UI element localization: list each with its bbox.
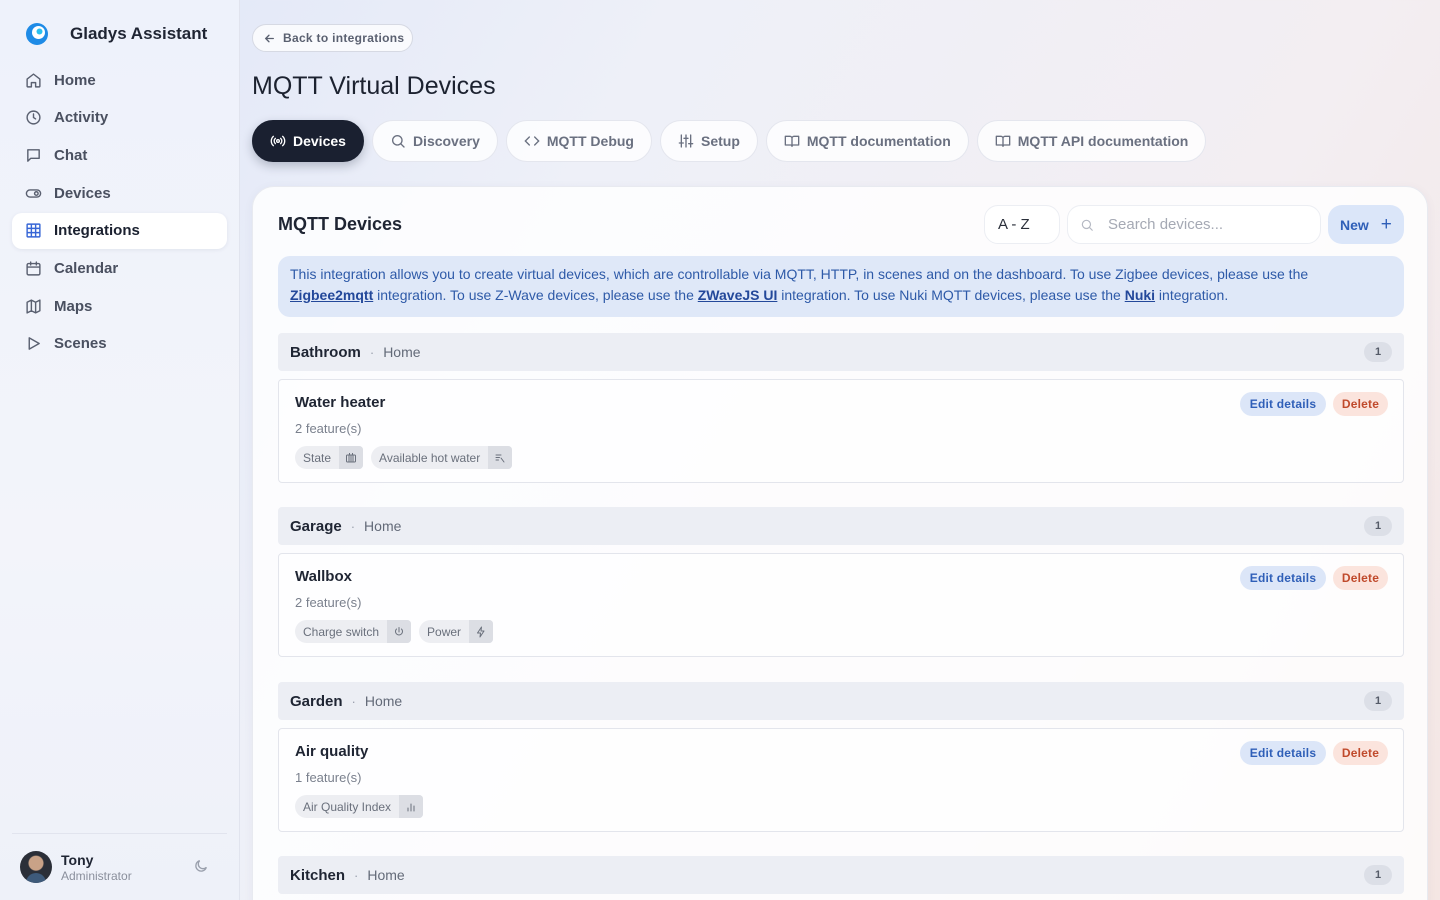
sidebar-item-devices[interactable]: Devices [12,175,227,211]
user-name: Tony [61,852,94,868]
new-device-button[interactable]: New + [1328,205,1404,244]
plus-icon: + [1380,214,1392,235]
edit-details-button[interactable]: Edit details [1240,741,1326,765]
panel-title: MQTT Devices [278,214,403,234]
sidebar-item-maps[interactable]: Maps [12,288,227,324]
sidebar-item-label: Activity [54,109,109,127]
broadcast-icon [270,135,286,147]
sidebar-item-label: Devices [54,184,111,202]
device-count-badge: 1 [1364,865,1392,885]
device-count-badge: 1 [1364,342,1392,362]
map-icon [26,299,41,314]
feature-chip: State [295,446,364,469]
sidebar-item-calendar[interactable]: Calendar [12,250,227,286]
search-input[interactable] [1108,216,1308,233]
sidebar-item-label: Scenes [54,335,107,353]
page-title: MQTT Virtual Devices [252,72,496,100]
bolt-icon [477,626,485,637]
arrow-left-icon [264,34,274,42]
sidebar-item-label: Calendar [54,259,119,277]
code-icon [524,136,540,146]
sidebar-item-label: Home [54,71,96,89]
device-card-air-quality: Air quality 1 feature(s) Air Quality Ind… [278,728,1404,832]
tab-mqtt-documentation[interactable]: MQTT documentation [765,120,969,162]
search-icon [1081,219,1093,231]
device-count-badge: 1 [1364,516,1392,536]
tab-setup[interactable]: Setup [659,120,758,162]
sliders-icon [678,134,694,148]
bar-chart-icon [407,803,415,811]
room-header-garage: Garage · Home 1 [278,507,1404,545]
clock-icon [26,110,41,125]
zwavejs-ui-link[interactable]: ZWaveJS UI [698,287,778,303]
sidebar-item-chat[interactable]: Chat [12,137,227,173]
feature-chips: Charge switch Power [295,620,501,643]
home-icon [26,72,41,88]
devices-panel: MQTT Devices A - Z New + This integratio… [252,186,1428,900]
power-icon [395,626,404,635]
play-icon [28,337,40,351]
back-to-integrations-button[interactable]: Back to integrations [252,24,413,52]
sidebar-item-label: Chat [54,146,88,164]
user-role: Administrator [61,869,132,883]
moon-icon[interactable] [193,858,209,874]
sidebar: Gladys Assistant Home Activity Chat Devi… [0,0,240,900]
edit-details-button[interactable]: Edit details [1240,392,1326,416]
brand[interactable]: Gladys Assistant [24,20,207,48]
device-card-wallbox: Wallbox 2 feature(s) Charge switch Power… [278,553,1404,657]
delete-button[interactable]: Delete [1333,741,1388,765]
sidebar-item-label: Integrations [54,222,140,240]
chat-icon [27,149,40,162]
tab-mqtt-api-documentation[interactable]: MQTT API documentation [976,120,1207,162]
room-header-garden: Garden · Home 1 [278,682,1404,720]
feature-chips: State Available hot water [295,446,520,469]
toggle-icon [25,188,42,198]
sidebar-item-activity[interactable]: Activity [12,100,227,136]
nuki-link[interactable]: Nuki [1125,287,1155,303]
tab-devices[interactable]: Devices [252,120,364,162]
sidebar-nav: Home Activity Chat Devices Integrations … [12,62,227,364]
sidebar-item-scenes[interactable]: Scenes [12,326,227,362]
calendar-icon [26,261,41,276]
info-alert: This integration allows you to create vi… [278,256,1404,317]
user-profile[interactable]: Tony Administrator [12,833,227,900]
tab-discovery[interactable]: Discovery [371,120,498,162]
tab-mqtt-debug[interactable]: MQTT Debug [505,120,652,162]
grid-icon [26,223,41,238]
search-icon [391,135,405,148]
tab-bar: Devices Discovery MQTT Debug Setup MQTT … [252,120,1214,162]
search-box [1067,205,1321,244]
device-count-badge: 1 [1364,691,1392,711]
sidebar-item-label: Maps [54,297,93,315]
avatar [20,851,52,883]
feature-chips: Air Quality Index [295,795,431,818]
sidebar-item-integrations[interactable]: Integrations [12,212,227,249]
delete-button[interactable]: Delete [1333,392,1388,416]
room-header-bathroom: Bathroom · Home 1 [278,333,1404,371]
zigbee2mqtt-link[interactable]: Zigbee2mqtt [290,287,373,303]
sort-select[interactable]: A - Z [984,205,1060,244]
water-level-icon [495,454,505,462]
sidebar-item-home[interactable]: Home [12,62,227,98]
delete-button[interactable]: Delete [1333,566,1388,590]
book-icon [995,135,1011,147]
feature-chip: Available hot water [371,446,513,469]
feature-chip: Power [419,620,494,643]
feature-chip: Air Quality Index [295,795,424,818]
edit-details-button[interactable]: Edit details [1240,566,1326,590]
app-name: Gladys Assistant [70,24,208,43]
device-card-water-heater: Water heater 2 feature(s) State Availabl… [278,379,1404,483]
feature-chip: Charge switch [295,620,412,643]
gladys-logo-icon [26,23,48,45]
room-header-kitchen: Kitchen · Home 1 [278,856,1404,894]
book-icon [784,135,800,147]
heater-icon [346,452,357,462]
